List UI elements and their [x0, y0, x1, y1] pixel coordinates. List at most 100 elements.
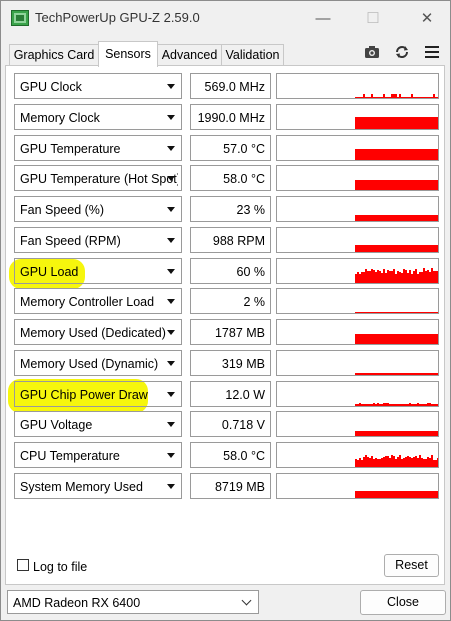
- sensor-graph-plot: [355, 245, 438, 252]
- sensor-graph-plot: [355, 149, 438, 160]
- sensor-row: GPU Temperature (Hot Spot) 58.0 °C: [14, 165, 439, 191]
- sensor-value: 1787 MB: [190, 319, 271, 345]
- sensor-name-dropdown[interactable]: Memory Clock: [14, 104, 182, 130]
- gpu-selector[interactable]: AMD Radeon RX 6400: [7, 590, 259, 614]
- sensor-name-dropdown[interactable]: GPU Voltage: [14, 411, 182, 437]
- sensor-value-text: 319 MB: [221, 357, 265, 371]
- sensor-value-text: 23 %: [236, 203, 266, 217]
- sensor-graph-plot: [355, 334, 438, 344]
- sensor-value-text: 60 %: [236, 265, 266, 279]
- sensor-value-text: 988 RPM: [212, 234, 265, 248]
- sensor-row: CPU Temperature 58.0 °C: [14, 442, 439, 468]
- sensor-name: Fan Speed (%): [20, 203, 105, 217]
- sensor-value: 0.718 V: [190, 411, 271, 437]
- gpu-selector-value: AMD Radeon RX 6400: [13, 596, 141, 610]
- sensor-name: System Memory Used: [20, 480, 143, 494]
- sensor-value-text: 1787 MB: [214, 326, 265, 340]
- sensor-value: 569.0 MHz: [190, 73, 271, 99]
- sensor-value-text: 2 %: [243, 295, 265, 309]
- sensor-graph-area: [355, 215, 438, 221]
- sensor-graph[interactable]: [276, 104, 439, 130]
- dropdown-arrow-icon: [167, 207, 175, 212]
- sensor-name-dropdown[interactable]: Fan Speed (%): [14, 196, 182, 222]
- sensor-graph[interactable]: [276, 196, 439, 222]
- sensor-graph-plot: [355, 180, 438, 190]
- sensor-name-dropdown[interactable]: GPU Load: [14, 258, 182, 284]
- sensor-value: 58.0 °C: [190, 442, 271, 468]
- sensor-graph[interactable]: [276, 411, 439, 437]
- tab-graphics-card[interactable]: Graphics Card: [9, 44, 99, 65]
- chevron-down-icon: [241, 595, 252, 606]
- sensor-name: GPU Temperature (Hot Spot): [20, 172, 178, 186]
- sensor-value: 60 %: [190, 258, 271, 284]
- sensor-value: 1990.0 MHz: [190, 104, 271, 130]
- sensor-name: GPU Temperature: [20, 142, 121, 156]
- sensor-graph-plot: [355, 373, 438, 375]
- sensor-graph[interactable]: [276, 350, 439, 376]
- sensor-name-dropdown[interactable]: GPU Temperature (Hot Spot): [14, 165, 182, 191]
- sensor-value: 8719 MB: [190, 473, 271, 499]
- minimize-button[interactable]: —: [303, 5, 343, 31]
- close-button[interactable]: Close: [360, 590, 446, 615]
- sensor-name-dropdown[interactable]: Memory Used (Dedicated): [14, 319, 182, 345]
- sensor-row: Memory Controller Load 2 %: [14, 288, 439, 314]
- sensor-graph[interactable]: [276, 319, 439, 345]
- sensor-value: 58.0 °C: [190, 165, 271, 191]
- sensor-graph[interactable]: [276, 135, 439, 161]
- sensor-graph[interactable]: [276, 473, 439, 499]
- dropdown-arrow-icon: [167, 361, 175, 366]
- sensor-name: Memory Used (Dynamic): [20, 357, 159, 371]
- dropdown-arrow-icon: [167, 269, 175, 274]
- tab-strip: Graphics Card Sensors Advanced Validatio…: [1, 41, 450, 67]
- sensor-name-dropdown[interactable]: Memory Used (Dynamic): [14, 350, 182, 376]
- sensor-name: GPU Chip Power Draw: [20, 388, 148, 402]
- dropdown-arrow-icon: [167, 146, 175, 151]
- sensor-graph-area: [355, 431, 438, 436]
- maximize-icon: ☐: [366, 10, 380, 27]
- sensor-name-dropdown[interactable]: GPU Clock: [14, 73, 182, 99]
- sensor-name-dropdown[interactable]: Fan Speed (RPM): [14, 227, 182, 253]
- sensor-graph-area: [355, 245, 438, 252]
- sensor-row: Memory Used (Dynamic) 319 MB: [14, 350, 439, 376]
- sensor-graph-area: [355, 94, 438, 98]
- sensor-graph[interactable]: [276, 442, 439, 468]
- sensor-value-text: 569.0 MHz: [204, 80, 265, 94]
- sensor-name: GPU Voltage: [20, 418, 93, 432]
- sensor-graph[interactable]: [276, 227, 439, 253]
- sensor-graph-plot: [355, 403, 438, 406]
- sensor-graph[interactable]: [276, 258, 439, 284]
- sensor-value: 988 RPM: [190, 227, 271, 253]
- tab-advanced[interactable]: Advanced: [157, 44, 222, 65]
- sensor-row: Fan Speed (RPM) 988 RPM: [14, 227, 439, 253]
- sensor-graph[interactable]: [276, 288, 439, 314]
- menu-icon[interactable]: [423, 43, 441, 61]
- close-icon: ✕: [420, 10, 434, 27]
- sensor-value-text: 8719 MB: [214, 480, 265, 494]
- sensor-value: 319 MB: [190, 350, 271, 376]
- dropdown-arrow-icon: [167, 238, 175, 243]
- sensor-name-dropdown[interactable]: Memory Controller Load: [14, 288, 182, 314]
- sensor-name-dropdown[interactable]: GPU Temperature: [14, 135, 182, 161]
- sensor-graph[interactable]: [276, 165, 439, 191]
- sensor-name: CPU Temperature: [20, 449, 120, 463]
- sensor-graph[interactable]: [276, 73, 439, 99]
- sensor-graph-plot: [355, 491, 438, 498]
- tab-validation[interactable]: Validation: [221, 44, 284, 65]
- maximize-button[interactable]: ☐: [353, 5, 393, 31]
- sensor-name: Memory Used (Dedicated): [20, 326, 166, 340]
- log-to-file-checkbox[interactable]: [17, 559, 29, 571]
- sensor-value-text: 0.718 V: [221, 418, 265, 432]
- refresh-icon[interactable]: [393, 43, 411, 61]
- sensor-name-dropdown[interactable]: System Memory Used: [14, 473, 182, 499]
- tab-sensors[interactable]: Sensors: [98, 41, 158, 67]
- log-to-file-label: Log to file: [33, 560, 88, 574]
- sensor-name-dropdown[interactable]: GPU Chip Power Draw: [14, 381, 182, 407]
- sensor-name-dropdown[interactable]: CPU Temperature: [14, 442, 182, 468]
- sensor-graph[interactable]: [276, 381, 439, 407]
- sensor-name: GPU Load: [20, 265, 79, 279]
- reset-button[interactable]: Reset: [384, 554, 439, 577]
- dropdown-arrow-icon: [167, 84, 175, 89]
- camera-icon[interactable]: [363, 43, 381, 61]
- close-window-button[interactable]: ✕: [407, 5, 447, 31]
- sensor-name: Fan Speed (RPM): [20, 234, 121, 248]
